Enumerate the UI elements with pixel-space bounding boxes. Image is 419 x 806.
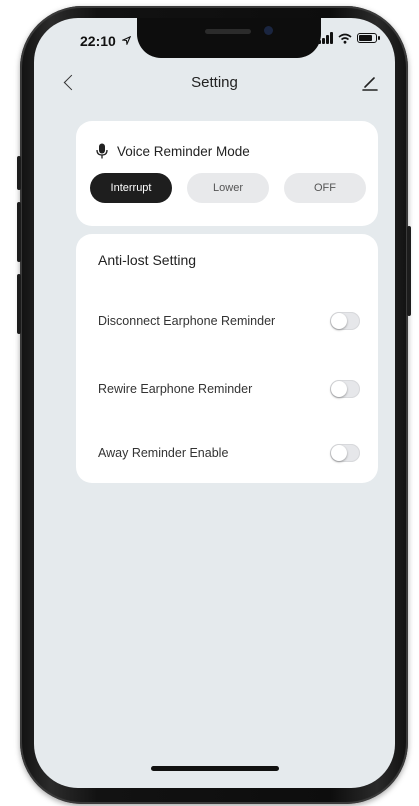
speaker — [205, 29, 251, 34]
away-reminder-label: Away Reminder Enable — [98, 446, 229, 460]
mode-interrupt-button[interactable]: Interrupt — [90, 173, 172, 203]
anti-lost-card: Anti-lost Setting Disconnect Earphone Re… — [76, 234, 378, 483]
edit-icon[interactable] — [361, 74, 379, 92]
phone-screen: 22:10 Setting Voice Reminder Mode Interr… — [34, 18, 395, 788]
mode-lower-button[interactable]: Lower — [187, 173, 269, 203]
signal-icon — [318, 32, 333, 44]
location-arrow-icon — [120, 35, 131, 47]
voice-reminder-card: Voice Reminder Mode Interrupt Lower OFF — [76, 121, 378, 226]
status-time: 22:10 — [80, 33, 131, 49]
disconnect-reminder-label: Disconnect Earphone Reminder — [98, 314, 276, 328]
away-reminder-toggle[interactable] — [330, 444, 360, 462]
page-title: Setting — [191, 74, 238, 91]
rewire-reminder-label: Rewire Earphone Reminder — [98, 382, 253, 396]
battery-icon — [357, 33, 380, 43]
disconnect-reminder-toggle[interactable] — [330, 312, 360, 330]
list-item: Rewire Earphone Reminder — [98, 374, 360, 404]
anti-lost-title: Anti-lost Setting — [98, 252, 197, 268]
power-button — [407, 226, 411, 316]
wifi-icon — [338, 33, 352, 44]
list-item: Disconnect Earphone Reminder — [98, 306, 360, 336]
microphone-icon — [96, 143, 108, 159]
status-icons — [318, 32, 380, 44]
list-item: Away Reminder Enable — [98, 438, 360, 468]
notch — [137, 18, 321, 58]
status-time-text: 22:10 — [80, 33, 116, 49]
volume-button — [17, 274, 21, 334]
volume-button — [17, 202, 21, 262]
mode-off-button[interactable]: OFF — [284, 173, 366, 203]
voice-reminder-header: Voice Reminder Mode — [96, 143, 250, 159]
toggle-knob — [331, 445, 347, 461]
toggle-knob — [331, 381, 347, 397]
toggle-knob — [331, 313, 347, 329]
voice-reminder-label: Voice Reminder Mode — [117, 143, 250, 159]
home-indicator[interactable] — [151, 766, 279, 771]
navigation-bar: Setting — [34, 70, 395, 104]
rewire-reminder-toggle[interactable] — [330, 380, 360, 398]
volume-button — [17, 156, 21, 190]
camera — [264, 26, 273, 35]
